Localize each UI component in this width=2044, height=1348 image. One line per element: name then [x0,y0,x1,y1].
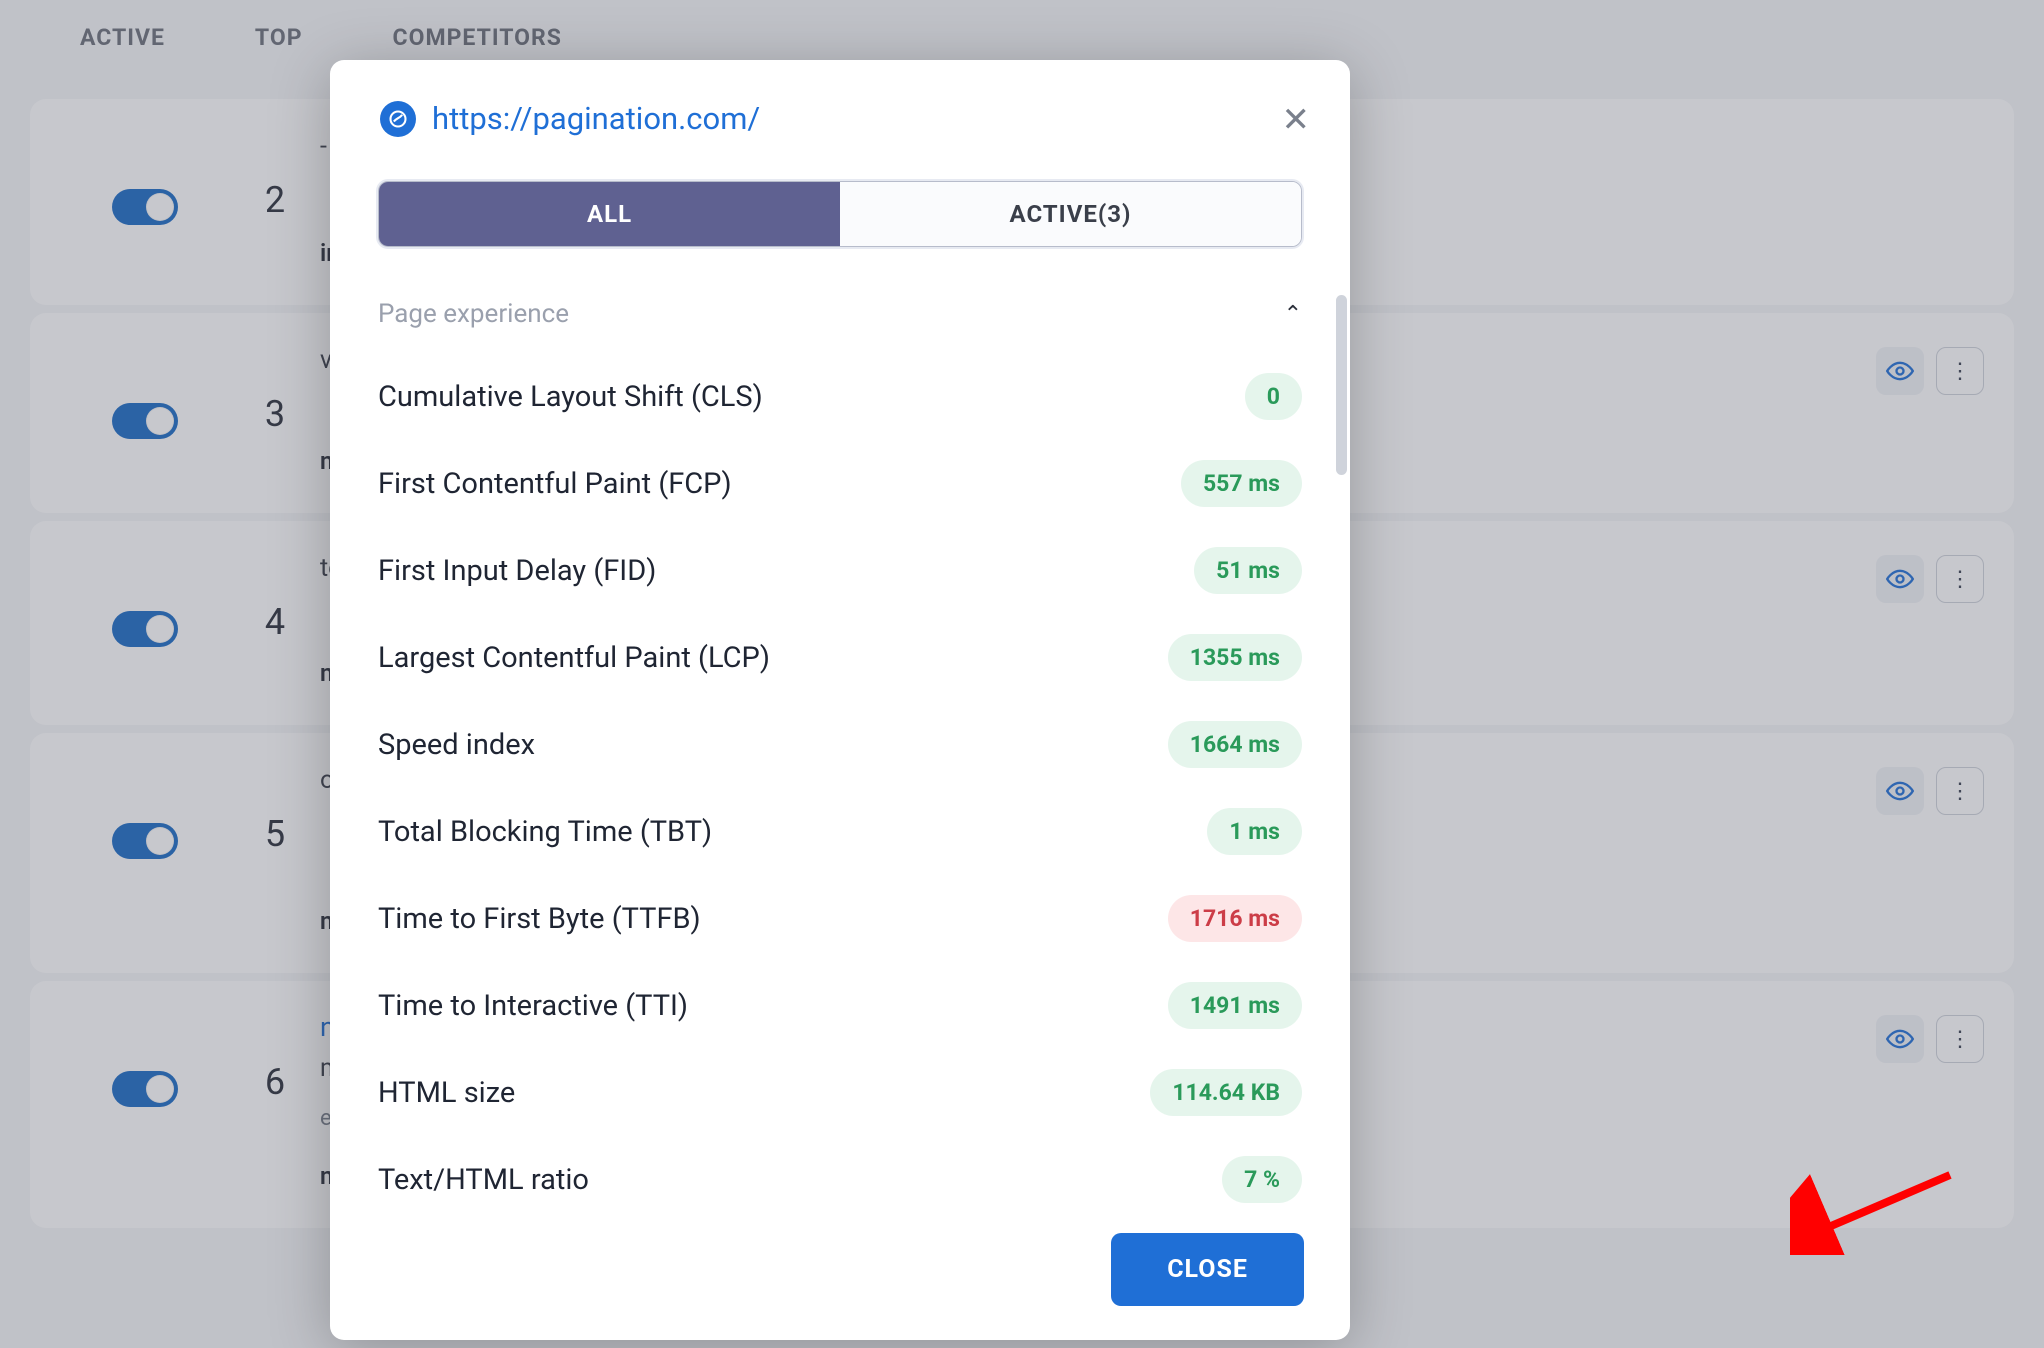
segment-active[interactable]: ACTIVE(3) [840,182,1301,246]
metric-row: Time to Interactive (TTI) 1491 ms [378,962,1302,1049]
metric-label: Speed index [378,728,535,762]
metric-value: 1664 ms [1168,721,1302,768]
metric-row: HTML size 114.64 KB [378,1049,1302,1136]
close-button[interactable]: CLOSE [1111,1233,1304,1306]
page-experience-modal: https://pagination.com/ ✕ ALL ACTIVE(3) … [330,60,1350,1340]
section-page-experience[interactable]: Page experience ⌃ [378,285,1302,353]
segment-all[interactable]: ALL [379,182,840,246]
metric-label: Time to Interactive (TTI) [378,989,688,1023]
metric-row: First Input Delay (FID) 51 ms [378,527,1302,614]
segmented-control: ALL ACTIVE(3) [378,181,1302,247]
metric-value: 114.64 KB [1150,1069,1302,1116]
metric-label: Total Blocking Time (TBT) [378,815,712,849]
metric-value: 0 [1245,373,1302,420]
site-favicon [380,101,416,137]
metric-row: Speed index 1664 ms [378,701,1302,788]
metric-label: First Contentful Paint (FCP) [378,467,732,501]
metric-label: Text/HTML ratio [378,1163,589,1197]
scrollbar-thumb[interactable] [1336,295,1347,475]
modal-url[interactable]: https://pagination.com/ [432,100,760,137]
metric-row: Text/HTML ratio 7 % [378,1136,1302,1207]
metric-value: 557 ms [1181,460,1302,507]
metric-row: Cumulative Layout Shift (CLS) 0 [378,353,1302,440]
metric-value: 51 ms [1194,547,1302,594]
metric-value: 1 ms [1207,808,1302,855]
metric-label: Time to First Byte (TTFB) [378,902,701,936]
close-icon[interactable]: ✕ [1282,100,1311,140]
metric-value: 1491 ms [1168,982,1302,1029]
metric-label: First Input Delay (FID) [378,554,656,588]
metric-label: Cumulative Layout Shift (CLS) [378,380,763,414]
metric-row: Total Blocking Time (TBT) 1 ms [378,788,1302,875]
modal-body: Page experience ⌃ Cumulative Layout Shif… [330,255,1350,1207]
metric-label: Largest Contentful Paint (LCP) [378,641,770,675]
metric-value: 1716 ms [1168,895,1302,942]
metric-label: HTML size [378,1076,515,1110]
metric-row: Largest Contentful Paint (LCP) 1355 ms [378,614,1302,701]
metric-value: 7 % [1222,1156,1302,1203]
metric-row: Time to First Byte (TTFB) 1716 ms [378,875,1302,962]
metric-value: 1355 ms [1168,634,1302,681]
chevron-up-icon: ⌃ [1284,302,1302,327]
section-title: Page experience [378,299,569,329]
metric-row: First Contentful Paint (FCP) 557 ms [378,440,1302,527]
